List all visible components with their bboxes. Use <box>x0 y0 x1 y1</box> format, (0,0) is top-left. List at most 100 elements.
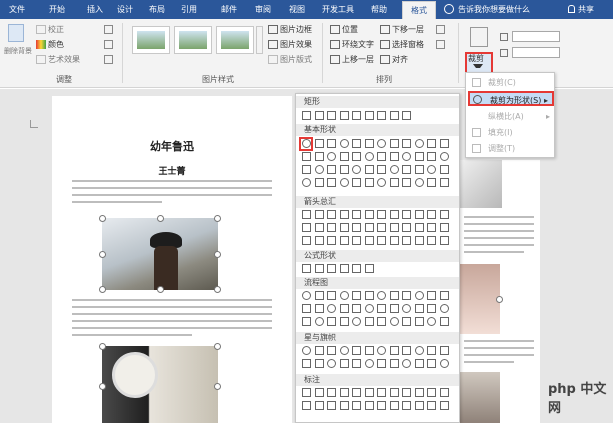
shape-thumbnail[interactable] <box>389 111 399 120</box>
shape-thumbnail[interactable] <box>402 139 411 148</box>
shape-thumbnail[interactable] <box>377 139 386 148</box>
shape-thumbnail[interactable] <box>364 291 374 300</box>
shape-thumbnail[interactable] <box>389 304 399 313</box>
shape-thumbnail[interactable] <box>302 111 311 120</box>
shape-thumbnail[interactable] <box>439 165 449 174</box>
group-objects-icon[interactable] <box>436 25 445 34</box>
picture-fragment-bottom[interactable] <box>460 372 500 423</box>
shape-thumbnail[interactable] <box>352 139 361 148</box>
shape-thumbnail[interactable] <box>414 388 424 397</box>
shape-thumbnail[interactable] <box>302 139 311 148</box>
tab-format[interactable]: 格式 <box>402 1 436 19</box>
shape-thumbnail[interactable] <box>314 359 324 368</box>
shape-thumbnail[interactable] <box>389 165 399 174</box>
tab-help[interactable]: 帮助 <box>366 0 392 19</box>
resize-handle[interactable] <box>99 251 106 258</box>
shape-width-input[interactable] <box>512 47 560 58</box>
shape-thumbnail[interactable] <box>377 111 386 120</box>
shape-thumbnail[interactable] <box>377 304 386 313</box>
shape-thumbnail[interactable] <box>414 178 424 187</box>
shape-thumbnail[interactable] <box>339 223 349 232</box>
position-button[interactable]: 位置 <box>330 24 358 36</box>
shape-thumbnail[interactable] <box>377 223 386 232</box>
resize-handle[interactable] <box>214 215 221 222</box>
styles-gallery-scroll[interactable] <box>256 26 263 54</box>
shape-thumbnail[interactable] <box>327 178 336 187</box>
align-button[interactable]: 对齐 <box>380 54 408 66</box>
shape-thumbnail[interactable] <box>414 291 424 300</box>
shape-thumbnail[interactable] <box>352 359 361 368</box>
shape-thumbnail[interactable] <box>314 210 324 219</box>
tab-home[interactable]: 开始 <box>44 0 70 19</box>
shape-thumbnail[interactable] <box>439 139 449 148</box>
picture-layout-button[interactable]: 图片版式 <box>268 54 312 66</box>
picture-style-1[interactable] <box>132 26 170 54</box>
shape-thumbnail[interactable] <box>327 111 336 120</box>
shape-thumbnail[interactable] <box>439 291 449 300</box>
shape-thumbnail[interactable] <box>414 401 424 410</box>
shape-thumbnail[interactable] <box>364 388 374 397</box>
shape-thumbnail[interactable] <box>402 111 411 120</box>
menu-item-aspect-ratio[interactable]: 纵横比(A) ▸ <box>468 109 554 124</box>
shape-thumbnail[interactable] <box>314 152 324 161</box>
shape-thumbnail[interactable] <box>327 291 336 300</box>
shape-thumbnail[interactable] <box>389 152 399 161</box>
shape-thumbnail[interactable] <box>439 401 449 410</box>
shape-thumbnail[interactable] <box>339 291 349 300</box>
shape-thumbnail[interactable] <box>352 210 361 219</box>
shape-thumbnail[interactable] <box>352 165 361 174</box>
shape-thumbnail[interactable] <box>339 317 349 326</box>
shape-thumbnail[interactable] <box>414 236 424 245</box>
resize-handle[interactable] <box>99 343 106 350</box>
shape-thumbnail[interactable] <box>327 210 336 219</box>
shape-thumbnail[interactable] <box>364 139 374 148</box>
shape-thumbnail[interactable] <box>414 210 424 219</box>
shape-thumbnail[interactable] <box>364 317 374 326</box>
shape-thumbnail[interactable] <box>377 165 386 174</box>
shape-thumbnail[interactable] <box>427 210 436 219</box>
shape-thumbnail[interactable] <box>364 304 374 313</box>
shape-thumbnail[interactable] <box>439 236 449 245</box>
shape-thumbnail[interactable] <box>439 304 449 313</box>
shape-thumbnail[interactable] <box>439 317 449 326</box>
shape-thumbnail[interactable] <box>389 401 399 410</box>
tab-view[interactable]: 视图 <box>284 0 310 19</box>
change-picture-icon[interactable] <box>104 40 113 49</box>
resize-handle[interactable] <box>214 343 221 350</box>
shape-thumbnail[interactable] <box>377 317 386 326</box>
shape-thumbnail[interactable] <box>314 346 324 355</box>
shape-thumbnail[interactable] <box>439 388 449 397</box>
shape-thumbnail[interactable] <box>302 223 311 232</box>
tab-references[interactable]: 引用 <box>176 0 202 19</box>
shape-thumbnail[interactable] <box>364 346 374 355</box>
shape-thumbnail[interactable] <box>414 346 424 355</box>
shape-thumbnail[interactable] <box>352 178 361 187</box>
tell-me-search[interactable]: 告诉我你想要做什么 <box>458 0 530 19</box>
shape-thumbnail[interactable] <box>302 165 311 174</box>
shape-thumbnail[interactable] <box>339 152 349 161</box>
shape-thumbnail[interactable] <box>402 152 411 161</box>
shape-thumbnail[interactable] <box>364 264 374 273</box>
shape-thumbnail[interactable] <box>314 291 324 300</box>
shape-thumbnail[interactable] <box>364 359 374 368</box>
shape-thumbnail[interactable] <box>314 178 324 187</box>
shape-thumbnail[interactable] <box>364 236 374 245</box>
shape-thumbnail[interactable] <box>402 223 411 232</box>
shape-thumbnail[interactable] <box>402 359 411 368</box>
shape-thumbnail[interactable] <box>327 317 336 326</box>
shape-thumbnail[interactable] <box>427 152 436 161</box>
shape-thumbnail[interactable] <box>302 210 311 219</box>
shape-thumbnail[interactable] <box>352 317 361 326</box>
shape-thumbnail[interactable] <box>302 401 311 410</box>
shape-thumbnail[interactable] <box>302 388 311 397</box>
shape-thumbnail[interactable] <box>439 152 449 161</box>
shape-thumbnail[interactable] <box>327 223 336 232</box>
resize-handle[interactable] <box>99 286 106 293</box>
shape-thumbnail[interactable] <box>339 346 349 355</box>
shape-thumbnail[interactable] <box>314 139 324 148</box>
reset-picture-icon[interactable] <box>104 55 113 64</box>
shape-thumbnail[interactable] <box>314 165 324 174</box>
picture-border-button[interactable]: 图片边框 <box>268 24 312 36</box>
shape-thumbnail[interactable] <box>314 304 324 313</box>
shape-thumbnail[interactable] <box>389 210 399 219</box>
